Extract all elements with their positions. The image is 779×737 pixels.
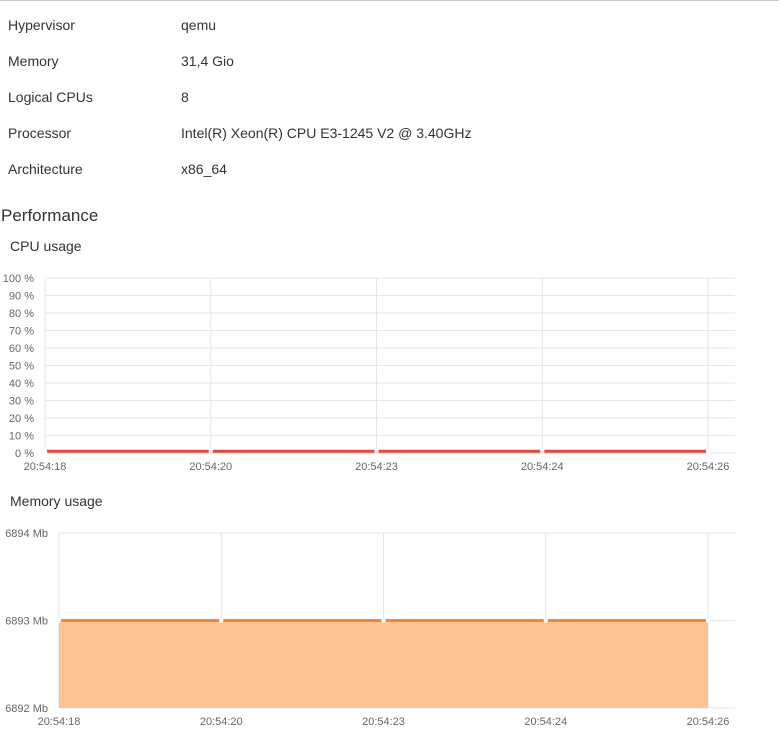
info-value: 31,4 Gio [181,53,234,69]
info-value: 8 [181,89,189,105]
x-tick-label: 20:54:24 [524,716,567,728]
data-point [705,618,711,623]
data-point [219,618,224,623]
data-point [56,618,62,623]
data-point [543,618,548,623]
y-tick-label: 0 % [15,448,34,460]
y-tick-label: 50 % [9,361,34,373]
info-row-hypervisor: Hypervisor qemu [0,7,779,43]
x-tick-label: 20:54:18 [38,716,81,728]
x-tick-label: 20:54:20 [200,716,243,728]
x-tick-label: 20:54:24 [521,461,564,473]
y-tick-label: 20 % [9,413,34,425]
cpu-usage-chart: 0 % 10 % 20 % 30 % 40 % 50 % 60 % 70 % 80 % 90 % 1… [3,273,735,473]
data-point [374,449,379,454]
x-tick-label: 20:54:18 [24,461,67,473]
info-value: x86_64 [181,161,227,177]
info-label: Hypervisor [8,17,75,33]
data-point [381,618,386,623]
performance-heading: Performance [1,206,99,225]
system-info-table: Hypervisor qemu Memory 31,4 Gio Logical … [0,7,779,187]
y-tick-label: 60 % [9,343,34,355]
info-label: Processor [8,125,72,141]
memory-area-fill [59,620,708,708]
y-tick-label: 10 % [9,431,34,443]
y-tick-label: 30 % [9,396,34,408]
info-value: qemu [181,17,217,33]
x-tick-label: 20:54:26 [687,716,730,728]
data-point [208,449,213,454]
data-point [705,449,711,454]
y-tick-label: 6892 Mb [5,703,48,715]
x-tick-label: 20:54:23 [362,716,405,728]
top-divider [0,0,779,1]
data-point [42,449,48,454]
cpu-chart-title: CPU usage [10,238,82,254]
info-label: Architecture [8,161,83,177]
info-label: Logical CPUs [8,89,93,105]
data-point [540,449,545,454]
info-label: Memory [8,53,59,69]
x-tick-label: 20:54:20 [189,461,232,473]
info-row-logical-cpus: Logical CPUs 8 [0,79,779,115]
x-tick-label: 20:54:23 [355,461,398,473]
y-tick-label: 100 % [3,273,34,285]
memory-chart-title: Memory usage [10,493,103,509]
x-tick-label: 20:54:26 [687,461,730,473]
y-tick-label: 80 % [9,308,34,320]
y-tick-label: 90 % [9,291,34,303]
memory-usage-chart: 6892 Mb 6893 Mb 6894 Mb 20:54:18 20:54:20 20:… [5,528,735,728]
info-row-memory: Memory 31,4 Gio [0,43,779,79]
y-tick-label: 70 % [9,326,34,338]
y-tick-label: 40 % [9,378,34,390]
info-value: Intel(R) Xeon(R) CPU E3-1245 V2 @ 3.40GH… [181,125,472,141]
info-row-architecture: Architecture x86_64 [0,151,779,187]
info-row-processor: Processor Intel(R) Xeon(R) CPU E3-1245 V… [0,115,779,151]
y-tick-label: 6894 Mb [5,528,48,540]
y-tick-label: 6893 Mb [5,616,48,628]
